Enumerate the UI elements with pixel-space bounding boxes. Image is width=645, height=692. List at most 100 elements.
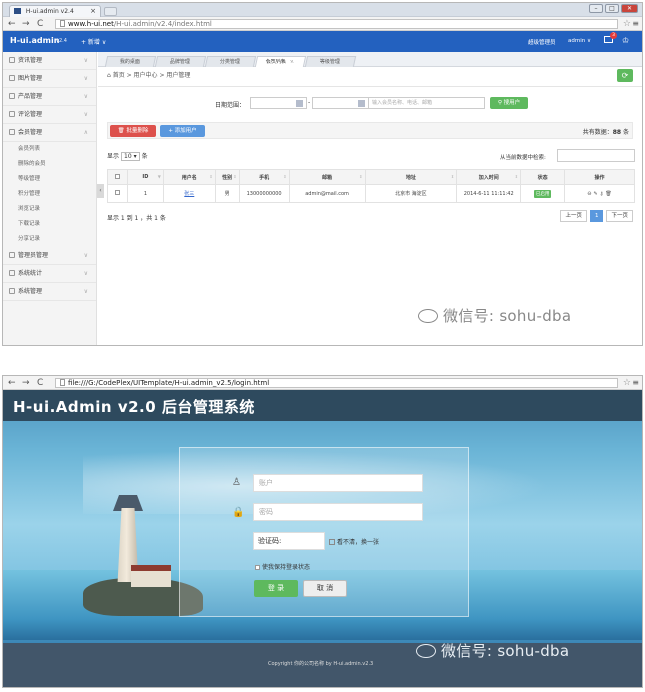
new-menu-button[interactable]: + 新增 ∨ xyxy=(81,37,106,46)
sidebar-item-products[interactable]: 产品管理 ∨ xyxy=(3,88,96,106)
sidebar-subitem[interactable]: 删除的会员 xyxy=(3,157,96,172)
row-checkbox[interactable] xyxy=(114,190,120,195)
tab-level[interactable]: 等级管理 xyxy=(304,56,357,67)
bulk-delete-button[interactable]: 🗑 批量删除 xyxy=(110,125,156,137)
minimize-icon[interactable]: – xyxy=(589,4,603,13)
col-phone[interactable]: 手机 ⇕ xyxy=(238,169,290,185)
user-icon: ♙ xyxy=(232,477,241,488)
calendar-icon[interactable] xyxy=(296,100,303,107)
disable-icon[interactable]: ⊖ xyxy=(587,191,591,197)
forward-arrow-icon[interactable]: → xyxy=(22,377,30,389)
tab-category[interactable]: 分类管理 xyxy=(204,56,257,67)
bookmark-star-icon[interactable]: ☆ xyxy=(623,377,631,389)
cancel-button[interactable]: 取 消 xyxy=(303,580,347,597)
status-badge: 已启用 xyxy=(533,189,552,198)
tab-desktop[interactable]: 我的桌面 xyxy=(104,56,157,67)
username-link[interactable]: 张三 xyxy=(184,191,194,197)
window-close-icon[interactable]: ✕ xyxy=(621,4,638,13)
captcha-input[interactable]: 验证码: xyxy=(253,532,325,550)
browser-tab-bar: H-ui.admin v2.4 × – □ ✕ xyxy=(3,3,642,17)
back-arrow-icon[interactable]: ← xyxy=(8,18,16,30)
app-logo[interactable]: H-ui.admin xyxy=(10,36,59,45)
image-icon xyxy=(9,75,15,81)
new-tab-button[interactable] xyxy=(104,7,117,16)
col-email[interactable]: 邮箱 ⇕ xyxy=(288,169,366,185)
sidebar-subitem[interactable]: 积分管理 xyxy=(3,187,96,202)
next-page-button[interactable]: 下一页 xyxy=(606,210,633,222)
user-search-input[interactable]: 输入会员名称、电话、邮箱 xyxy=(368,97,485,109)
account-input[interactable]: 账户 xyxy=(253,474,423,492)
sidebar-subitem[interactable]: 下载记录 xyxy=(3,217,96,232)
login-header: H-ui.Admin v2.0 后台管理系统 xyxy=(3,390,642,421)
browser-menu-icon[interactable]: ≡ xyxy=(632,19,639,29)
sidebar-item-members[interactable]: 会员管理 ∧ xyxy=(3,124,96,142)
tab-close-icon[interactable]: × xyxy=(90,7,96,15)
favicon-icon xyxy=(14,8,21,14)
add-user-button[interactable]: + 添加用户 xyxy=(160,125,205,137)
col-actions: 操作 xyxy=(564,169,635,185)
forward-arrow-icon[interactable]: → xyxy=(22,18,30,30)
sidebar-item-images[interactable]: 图片管理 ∨ xyxy=(3,70,96,88)
user-menu[interactable]: admin ∨ xyxy=(568,38,591,44)
col-joined[interactable]: 加入时间 ⇕ xyxy=(456,169,522,185)
breadcrumb: ⌂ 首页 > 用户中心 > 用户管理 xyxy=(107,70,190,79)
table-search-input[interactable] xyxy=(557,149,635,162)
col-select[interactable] xyxy=(107,169,128,185)
refresh-button[interactable]: ⟳ xyxy=(617,69,633,82)
bookmark-star-icon[interactable]: ☆ xyxy=(623,18,631,30)
lock-icon: 🔒 xyxy=(232,507,245,518)
search-users-button[interactable]: ⚲ 搜用户 xyxy=(490,97,528,109)
tab-label-wrap: 会员列表 × xyxy=(266,57,295,67)
reload-icon[interactable]: C xyxy=(37,18,43,30)
url-field[interactable]: www.h-ui.net/H-ui.admin/v2.4/index.html xyxy=(55,19,618,29)
login-button[interactable]: 登 录 xyxy=(254,580,298,597)
url-field[interactable]: file:///G:/CodePlex/UITemplate/H-ui.admi… xyxy=(55,378,618,388)
password-input[interactable]: 密码 xyxy=(253,503,423,521)
browser-menu-icon[interactable]: ≡ xyxy=(632,378,639,388)
date-range-dash: - xyxy=(308,99,311,106)
col-status[interactable]: 状态 xyxy=(520,169,566,185)
sidebar-subitem[interactable]: 浏览记录 xyxy=(3,202,96,217)
back-arrow-icon[interactable]: ← xyxy=(8,377,16,389)
browser-tab[interactable]: H-ui.admin v2.4 × xyxy=(9,5,101,17)
maximize-icon[interactable]: □ xyxy=(605,4,619,13)
calendar-icon[interactable] xyxy=(358,100,365,107)
col-id[interactable]: ID ▼ xyxy=(126,169,164,185)
date-start-input[interactable] xyxy=(250,97,307,109)
tab-label: 品牌管理 xyxy=(170,59,191,65)
login-stage: H-ui.Admin v2.0 后台管理系统 ♙ 账户 🔒 密码 验证码: 看不… xyxy=(3,390,642,687)
total-number: 88 xyxy=(612,129,622,136)
page-1-button[interactable]: 1 xyxy=(589,210,604,222)
page-length-select[interactable]: 10 ▾ xyxy=(121,152,140,161)
select-all-checkbox[interactable] xyxy=(114,173,120,179)
tab-member-list[interactable]: 会员列表 × xyxy=(254,56,307,67)
cell-gender: 男 xyxy=(214,184,240,203)
sidebar-item-system[interactable]: 系统管理 ∨ xyxy=(3,283,96,301)
sidebar-item-stats[interactable]: 系统统计 ∨ xyxy=(3,265,96,283)
sidebar-item-label: 会员管理 xyxy=(18,129,43,136)
sidebar-subitem[interactable]: 等级管理 xyxy=(3,172,96,187)
remember-me[interactable]: 使我保持登录状态 xyxy=(255,562,310,571)
sidebar-subitem[interactable]: 分享记录 xyxy=(3,232,96,247)
reload-icon[interactable]: C xyxy=(37,377,43,389)
captcha-hint: 看不清，换一张 xyxy=(337,539,380,546)
captcha-refresh-link[interactable]: 看不清，换一张 xyxy=(329,537,379,546)
tab-brand[interactable]: 品牌管理 xyxy=(154,56,207,67)
sidebar-item-comments[interactable]: 评论管理 ∨ xyxy=(3,106,96,124)
col-username[interactable]: 用户名 ⇕ xyxy=(162,169,216,185)
delete-icon[interactable]: 🗑 xyxy=(605,191,611,197)
col-address[interactable]: 地址 ⇕ xyxy=(364,169,458,185)
date-end-input[interactable] xyxy=(312,97,369,109)
sidebar-subitem[interactable]: 会员列表 xyxy=(3,142,96,157)
remember-checkbox[interactable] xyxy=(255,565,260,570)
sidebar-item-label: 系统统计 xyxy=(18,270,43,277)
tab-close-icon[interactable]: × xyxy=(289,57,295,67)
edit-icon[interactable]: ✎ xyxy=(594,191,598,197)
sidebar-item-news[interactable]: 资讯管理 ∨ xyxy=(3,52,96,70)
col-gender[interactable]: 性别 ⇕ xyxy=(214,169,240,185)
skin-icon[interactable]: ♔ xyxy=(622,36,629,45)
prev-page-button[interactable]: 上一页 xyxy=(560,210,587,222)
bulk-delete-label: 批量删除 xyxy=(126,128,149,134)
key-icon[interactable]: ⚷ xyxy=(600,191,604,197)
sidebar-item-admins[interactable]: 管理员管理 ∨ xyxy=(3,247,96,265)
